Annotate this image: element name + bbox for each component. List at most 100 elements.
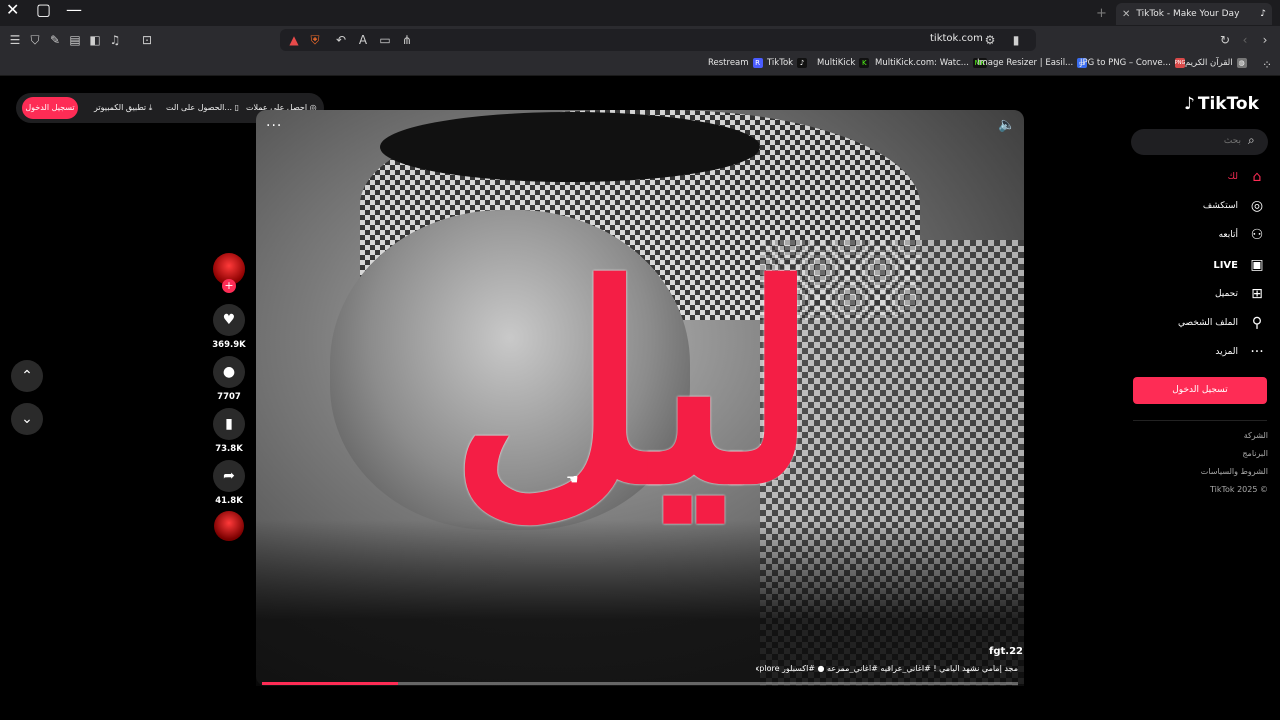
live-tv-icon: ▣ — [1250, 257, 1264, 273]
nav-following[interactable]: أتابعه ⚇ — [1219, 225, 1266, 245]
screenshot-icon[interactable]: ⊡ — [140, 33, 154, 47]
chevron-down-icon: ⌄ — [21, 411, 33, 427]
video-overlay-text: ليل — [450, 226, 819, 544]
cast-icon[interactable]: ▭ — [378, 33, 392, 47]
back-icon[interactable]: ‹ — [1238, 33, 1252, 47]
shield-icon[interactable]: ⛉ — [28, 33, 42, 47]
video-frame-shade — [256, 520, 1024, 686]
sidebar-login-button[interactable]: تسجيل الدخول — [1133, 377, 1267, 404]
bookmark-label: JPG to PNG – Conve... — [1080, 58, 1171, 68]
more-icon: ··· — [1250, 344, 1264, 360]
search-icon[interactable]: ⌕ — [1248, 133, 1255, 148]
download-icon: ⤓ — [148, 103, 153, 112]
apps-grid-icon[interactable]: ⁘ — [1260, 58, 1274, 72]
bookmark-label: TikTok — [767, 58, 794, 68]
brave-rewards-icon[interactable]: ▲ — [287, 33, 301, 47]
heart-icon: ♥ — [222, 312, 236, 328]
phone-icon: ▯ — [234, 103, 239, 112]
nav-explore[interactable]: استكشف ◎ — [1203, 196, 1266, 216]
nav-label: أتابعه — [1218, 230, 1238, 240]
music-icon[interactable]: ♫ — [108, 33, 122, 47]
extensions-icon[interactable]: ⋔ — [400, 33, 414, 47]
restream-icon: R — [752, 58, 763, 68]
video-progress-fill — [262, 682, 399, 685]
forward-icon[interactable]: › — [1258, 33, 1272, 47]
nav-upload[interactable]: تحميل ⊞ — [1215, 284, 1266, 304]
like-button[interactable]: ♥ — [213, 304, 245, 336]
window-restore-icon[interactable]: ▢ — [36, 0, 51, 19]
profile-icon: ⚲ — [1251, 315, 1263, 331]
music-disc[interactable] — [214, 511, 244, 541]
translate-icon[interactable]: A — [356, 33, 370, 47]
tab-close-icon[interactable]: ✕ — [1122, 9, 1130, 20]
tiktok-icon: ♪ — [797, 58, 808, 68]
chevron-up-icon: ⌃ — [21, 368, 33, 384]
reload-icon[interactable]: ↻ — [1218, 33, 1232, 47]
bookmark-tiktok[interactable]: TikTok ♪ — [767, 58, 808, 68]
volume-icon[interactable]: 🔈 — [998, 117, 1015, 133]
share-button[interactable]: ➦ — [213, 460, 245, 492]
bookmark-label: Image Resizer | Easil... — [977, 58, 1074, 68]
brave-shield-icon[interactable]: ⛨ — [308, 33, 322, 47]
compass-icon: ◎ — [1250, 198, 1264, 214]
footer-program[interactable]: البرنامج — [1242, 449, 1268, 458]
bookmark-quran[interactable]: القرآن الكريم ◍ — [1185, 58, 1247, 68]
bookmark-label: MultiKick — [817, 58, 856, 68]
search-input[interactable] — [1141, 135, 1241, 145]
bookmark-multikick-watch[interactable]: MultiKick.com: Watc... MK — [875, 58, 987, 68]
nav-for-you[interactable]: لك ⌂ — [1228, 167, 1266, 187]
nav-label: تحميل — [1214, 289, 1238, 299]
url-text[interactable]: tiktok.com — [930, 33, 983, 44]
bookmark-icon: ▮ — [225, 416, 233, 432]
top-login-button[interactable]: تسجيل الدخول — [22, 97, 78, 119]
bookmark-multikick[interactable]: MultiKick K — [817, 58, 870, 68]
browser-tab[interactable]: ✕ TikTok - Make Your Day ♪ — [1116, 3, 1272, 25]
tab-title: TikTok - Make Your Day — [1136, 9, 1240, 19]
follow-user-icon: ⚇ — [1250, 227, 1264, 243]
bookmark-image-resizer[interactable]: Image Resizer | Easil... ▭ — [977, 58, 1088, 68]
upload-icon: ⊞ — [1251, 286, 1263, 302]
tabs-icon[interactable]: ▤ — [68, 33, 82, 47]
window-close-icon[interactable]: ✕ — [6, 0, 19, 19]
video-username[interactable]: fgt.22 — [989, 646, 1023, 657]
get-app-link[interactable]: الحصول على الت... ▯ — [166, 103, 239, 112]
nav-label: الملف الشخصي — [1178, 318, 1238, 328]
new-tab-button[interactable]: + — [1096, 6, 1107, 21]
browser-titlebar — [0, 0, 1280, 26]
site-settings-icon[interactable]: ⚙ — [983, 33, 997, 47]
footer-copyright: TikTok 2025 © — [1210, 485, 1268, 494]
footer-company[interactable]: الشركة — [1244, 431, 1268, 440]
home-icon: ⌂ — [1252, 169, 1262, 185]
comment-count: 7707 — [217, 392, 241, 402]
save-button[interactable]: ▮ — [213, 408, 245, 440]
bookmark-restream[interactable]: Restream R — [708, 58, 763, 68]
desktop-app-label: تطبيق الكمبيوتر — [94, 103, 147, 112]
multikick-icon: K — [859, 58, 870, 68]
previous-video-button[interactable]: ⌃ — [11, 360, 43, 392]
video-more-icon[interactable]: ··· — [266, 118, 282, 134]
bookmark-jpg-to-png[interactable]: JPG to PNG – Conve... PNG — [1080, 58, 1185, 68]
next-video-button[interactable]: ⌄ — [11, 403, 43, 435]
nav-profile[interactable]: الملف الشخصي ⚲ — [1178, 313, 1266, 333]
tiktok-logo[interactable]: ♪ TikTok — [1184, 94, 1259, 114]
window-minimize-icon[interactable]: — — [66, 0, 82, 19]
get-app-label: الحصول على الت... — [166, 103, 233, 112]
pin-icon[interactable]: ✎ — [48, 33, 62, 47]
bookmark-icon[interactable]: ▮ — [1009, 33, 1023, 47]
follow-plus-icon[interactable]: + — [222, 279, 236, 293]
back-arrow-icon[interactable]: ↶ — [334, 33, 348, 47]
footer-terms[interactable]: الشروط والسياسات — [1201, 467, 1268, 476]
nav-label: لك — [1227, 172, 1238, 182]
sidebar-divider — [1133, 420, 1267, 421]
address-bar[interactable] — [280, 29, 1036, 51]
sidebar-icon[interactable]: ◧ — [88, 33, 102, 47]
nav-label: استكشف — [1202, 201, 1238, 211]
quran-icon: ◍ — [1236, 58, 1247, 68]
nav-more[interactable]: المزيد ··· — [1215, 342, 1266, 362]
logo-text: TikTok — [1197, 94, 1259, 114]
nav-live[interactable]: LIVE ▣ — [1213, 255, 1266, 275]
comment-button[interactable]: ● — [213, 356, 245, 388]
desktop-app-link[interactable]: تطبيق الكمبيوتر ⤓ — [94, 103, 152, 113]
comment-icon: ● — [222, 364, 236, 380]
menu-icon[interactable]: ☰ — [8, 33, 22, 47]
